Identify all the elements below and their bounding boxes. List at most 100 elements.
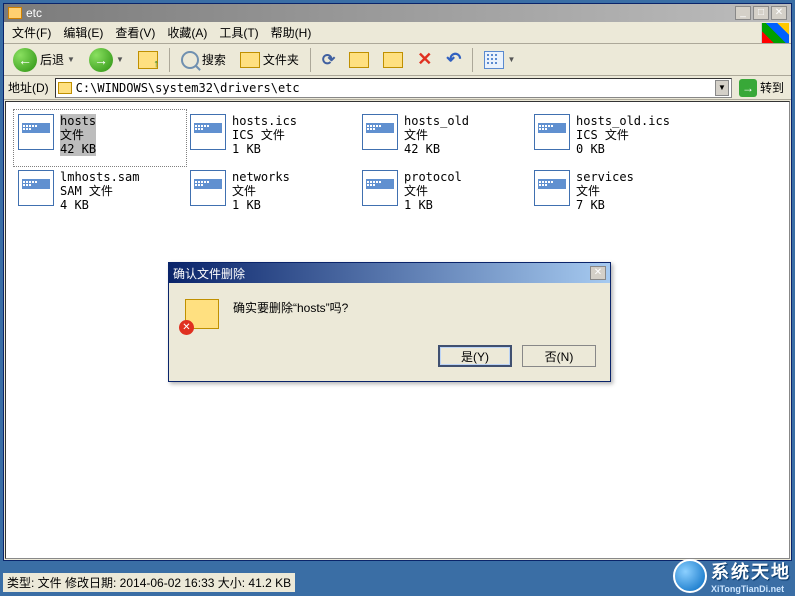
watermark-url: XiTongTianDi.net (711, 584, 791, 594)
chevron-down-icon: ▼ (116, 55, 124, 64)
file-type: ICS 文件 (232, 128, 297, 142)
undo-icon: ↶ (446, 49, 461, 70)
go-button[interactable]: → 转到 (736, 78, 787, 98)
file-item[interactable]: services文件7 KB (530, 166, 702, 222)
file-type: ICS 文件 (576, 128, 670, 142)
file-size: 0 KB (576, 142, 670, 156)
folder-icon (58, 82, 72, 94)
close-button[interactable]: ✕ (771, 6, 787, 20)
menu-help[interactable]: 帮助(H) (265, 22, 318, 43)
dialog-close-button[interactable]: ✕ (590, 266, 606, 280)
titlebar[interactable]: etc _ □ ✕ (4, 4, 791, 22)
menu-file[interactable]: 文件(F) (6, 22, 57, 43)
chevron-down-icon: ▼ (507, 55, 515, 64)
file-size: 42 KB (60, 142, 96, 156)
file-icon (362, 114, 398, 150)
no-button[interactable]: 否(N) (522, 345, 596, 367)
folder-icon (8, 7, 22, 19)
file-name: services (576, 170, 634, 184)
file-size: 42 KB (404, 142, 469, 156)
file-icon (190, 114, 226, 150)
maximize-button[interactable]: □ (753, 6, 769, 20)
file-item[interactable]: networks文件1 KB (186, 166, 358, 222)
file-name: hosts.ics (232, 114, 297, 128)
file-icon (534, 114, 570, 150)
folders-label: 文件夹 (263, 51, 299, 68)
separator (472, 48, 473, 72)
search-button[interactable]: 搜索 (176, 48, 231, 72)
address-label: 地址(D) (8, 79, 51, 96)
file-icon (534, 170, 570, 206)
confirm-delete-dialog: 确认文件删除 ✕ 确实要删除“hosts”吗? 是(Y) 否(N) (168, 262, 611, 382)
file-icon (190, 170, 226, 206)
file-name: lmhosts.sam (60, 170, 139, 184)
file-name: hosts_old.ics (576, 114, 670, 128)
undo-button[interactable]: ↶ (441, 46, 466, 73)
search-label: 搜索 (202, 51, 226, 68)
folders-icon (240, 52, 260, 68)
folder-up-icon (138, 51, 158, 69)
chevron-down-icon: ▼ (67, 55, 75, 64)
file-icon (362, 170, 398, 206)
file-name: hosts_old (404, 114, 469, 128)
back-button[interactable]: 后退 ▼ (8, 45, 80, 75)
file-size: 1 KB (232, 198, 290, 212)
sync-icon: ⟳ (322, 50, 335, 70)
file-item[interactable]: hosts文件42 KB (14, 110, 186, 166)
file-item[interactable]: lmhosts.samSAM 文件4 KB (14, 166, 186, 222)
delete-file-icon (185, 299, 219, 329)
toolbar: 后退 ▼ ▼ 搜索 文件夹 ⟳ ✕ ↶ ▼ (4, 44, 791, 76)
file-item[interactable]: hosts_old.icsICS 文件0 KB (530, 110, 702, 166)
file-size: 1 KB (232, 142, 297, 156)
file-item[interactable]: hosts.icsICS 文件1 KB (186, 110, 358, 166)
folders-button[interactable]: 文件夹 (235, 48, 304, 71)
address-bar: 地址(D) C:\WINDOWS\system32\drivers\etc ▼ … (4, 76, 791, 100)
address-dropdown[interactable]: ▼ (715, 80, 729, 96)
move-button[interactable] (344, 49, 374, 71)
yes-button[interactable]: 是(Y) (438, 345, 512, 367)
file-size: 1 KB (404, 198, 462, 212)
views-icon (484, 51, 504, 69)
menu-edit[interactable]: 编辑(E) (57, 22, 109, 43)
watermark-title: 系统天地 (711, 558, 791, 584)
menu-view[interactable]: 查看(V) (109, 22, 161, 43)
menubar: 文件(F) 编辑(E) 查看(V) 收藏(A) 工具(T) 帮助(H) (4, 22, 791, 44)
file-type: 文件 (576, 184, 634, 198)
separator (310, 48, 311, 72)
delete-button[interactable]: ✕ (412, 46, 437, 73)
address-path: C:\WINDOWS\system32\drivers\etc (76, 81, 715, 95)
watermark-icon (673, 559, 707, 593)
watermark: 系统天地 XiTongTianDi.net (673, 558, 791, 594)
menu-tools[interactable]: 工具(T) (213, 22, 264, 43)
move-icon (349, 52, 369, 68)
file-icon (18, 170, 54, 206)
back-label: 后退 (40, 51, 64, 68)
go-icon: → (739, 79, 757, 97)
file-name: networks (232, 170, 290, 184)
menu-favorites[interactable]: 收藏(A) (161, 22, 213, 43)
file-item[interactable]: hosts_old文件42 KB (358, 110, 530, 166)
delete-icon: ✕ (417, 49, 432, 70)
views-button[interactable]: ▼ (479, 48, 520, 72)
dialog-title: 确认文件删除 (173, 265, 588, 282)
file-name: protocol (404, 170, 462, 184)
file-type: 文件 (60, 128, 96, 142)
file-icon (18, 114, 54, 150)
forward-button[interactable]: ▼ (84, 45, 129, 75)
up-button[interactable] (133, 48, 163, 72)
file-type: SAM 文件 (60, 184, 139, 198)
copy-button[interactable] (378, 49, 408, 71)
file-item[interactable]: protocol文件1 KB (358, 166, 530, 222)
file-size: 7 KB (576, 198, 634, 212)
dialog-message: 确实要删除“hosts”吗? (233, 299, 348, 316)
minimize-button[interactable]: _ (735, 6, 751, 20)
sync-button[interactable]: ⟳ (317, 47, 340, 73)
file-type: 文件 (404, 184, 462, 198)
go-label: 转到 (760, 79, 784, 96)
file-type: 文件 (404, 128, 469, 142)
dialog-titlebar[interactable]: 确认文件删除 ✕ (169, 263, 610, 283)
search-icon (181, 51, 199, 69)
forward-arrow-icon (89, 48, 113, 72)
file-type: 文件 (232, 184, 290, 198)
address-field[interactable]: C:\WINDOWS\system32\drivers\etc ▼ (55, 78, 732, 98)
